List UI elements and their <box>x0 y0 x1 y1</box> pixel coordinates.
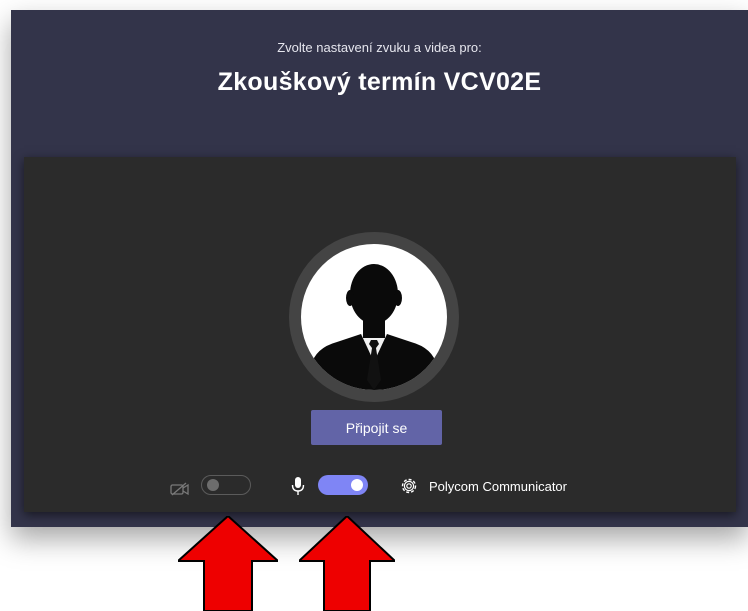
camera-toggle-knob <box>207 479 219 491</box>
arrow-up-icon <box>178 516 278 611</box>
microphone-toggle[interactable] <box>318 475 368 495</box>
device-settings-window: Zvolte nastavení zvuku a videa pro: Zkou… <box>11 10 748 527</box>
microphone-toggle-knob <box>351 479 363 491</box>
gear-icon[interactable] <box>399 476 419 501</box>
camera-off-icon[interactable] <box>170 482 190 501</box>
arrow-up-icon <box>299 516 395 611</box>
meeting-title: Zkouškový termín VCV02E <box>217 68 542 96</box>
audio-device-label[interactable]: Polycom Communicator <box>429 479 567 494</box>
person-silhouette-icon <box>301 244 447 390</box>
avatar <box>289 232 459 402</box>
video-preview-panel: Připojit se Polycom Communicator <box>24 157 736 512</box>
prompt-subtitle: Zvolte nastavení zvuku a videa pro: <box>277 40 482 55</box>
join-button[interactable]: Připojit se <box>311 410 442 445</box>
microphone-icon[interactable] <box>291 476 305 501</box>
camera-toggle[interactable] <box>201 475 251 495</box>
